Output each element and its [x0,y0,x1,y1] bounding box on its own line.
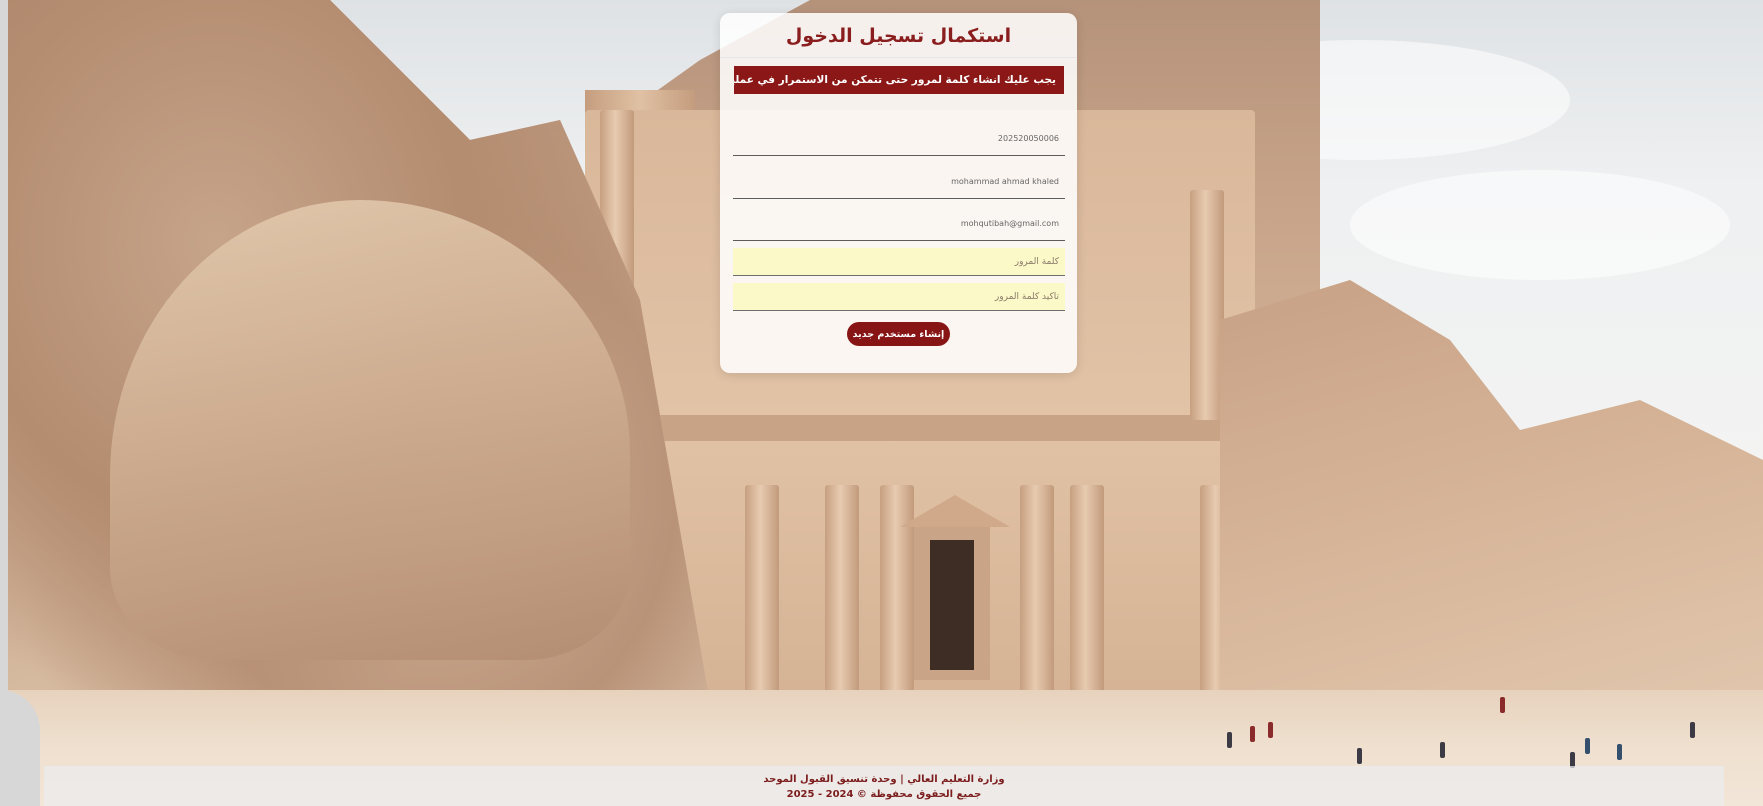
full-name-field[interactable] [733,165,1065,199]
password-required-alert: يجب عليك انشاء كلمة لمرور حتى تتمكن من ا… [734,66,1064,94]
monument-entablature [600,415,1250,441]
background-visitor [1250,726,1255,742]
monument-column [1190,190,1224,420]
confirm-password-field[interactable] [733,283,1065,311]
background-visitor [1440,742,1445,758]
monument-column [880,485,914,715]
footer-copyright-text: جميع الحقوق محفوظة © 2024 - 2025 [786,789,982,800]
monument-column [825,485,859,715]
id-number-field[interactable] [733,122,1065,156]
background-cloud [1350,170,1730,280]
page-footer: وزارة التعليم العالي | وحدة تنسيق القبول… [44,766,1724,806]
login-completion-card: استكمال تسجيل الدخول يجب عليك انشاء كلمة… [720,13,1077,373]
monument-column [1020,485,1054,705]
page-background: استكمال تسجيل الدخول يجب عليك انشاء كلمة… [0,0,1763,806]
monument-column [745,485,779,715]
title-divider [720,57,1077,58]
background-visitor [1500,697,1505,713]
password-field[interactable] [733,248,1065,276]
monument-doorway [930,540,974,670]
footer-ministry-text: وزارة التعليم العالي | وحدة تنسيق القبول… [763,774,1005,785]
background-visitor [1227,732,1232,748]
window-frame-edge [0,0,8,806]
email-field[interactable] [733,207,1065,241]
background-visitor [1690,722,1695,738]
monument-column [1070,485,1104,705]
card-title: استكمال تسجيل الدخول [785,25,1012,47]
background-visitor [1357,748,1362,764]
background-visitor [1585,738,1590,754]
background-visitor [1268,722,1273,738]
background-visitor [1617,744,1622,760]
create-user-button[interactable]: إنشاء مستخدم جديد [847,322,950,346]
